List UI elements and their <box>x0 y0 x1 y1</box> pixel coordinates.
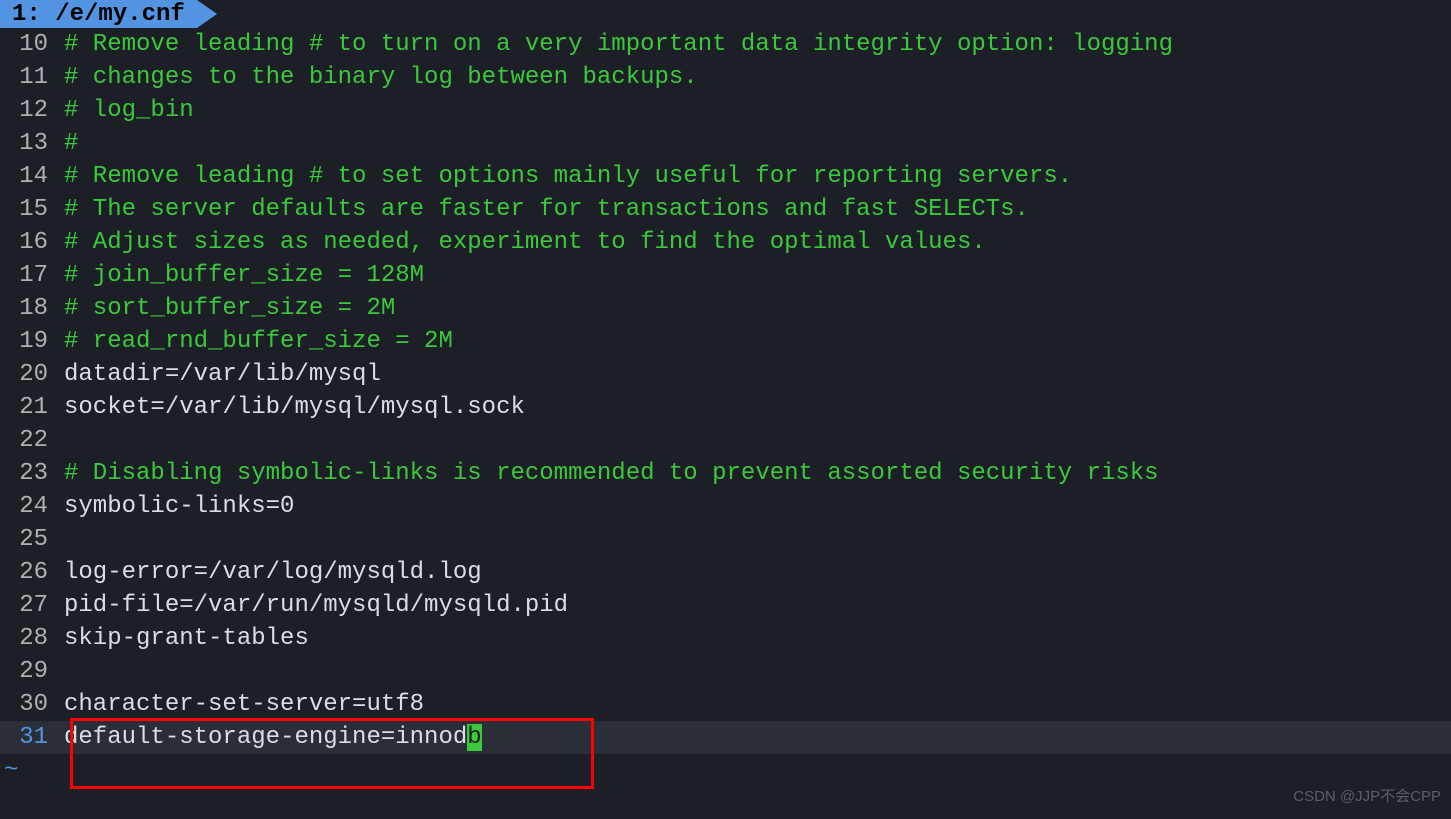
cursor: b <box>467 724 481 751</box>
tab-label: 1: /e/my.cnf <box>12 0 185 31</box>
code-line[interactable]: 16# Adjust sizes as needed, experiment t… <box>0 226 1451 259</box>
line-content: # Adjust sizes as needed, experiment to … <box>64 226 1451 259</box>
line-number: 23 <box>0 457 64 490</box>
line-number: 10 <box>0 28 64 61</box>
line-content: # read_rnd_buffer_size = 2M <box>64 325 1451 358</box>
line-content: # join_buffer_size = 128M <box>64 259 1451 292</box>
code-line[interactable]: 25 <box>0 523 1451 556</box>
code-line[interactable]: 21socket=/var/lib/mysql/mysql.sock <box>0 391 1451 424</box>
line-content: socket=/var/lib/mysql/mysql.sock <box>64 391 1451 424</box>
watermark-label: CSDN @JJP不会CPP <box>1293 780 1441 813</box>
code-line[interactable]: 14# Remove leading # to set options main… <box>0 160 1451 193</box>
code-line[interactable]: 22 <box>0 424 1451 457</box>
line-content: # log_bin <box>64 94 1451 127</box>
line-number: 31 <box>0 721 64 754</box>
line-number: 26 <box>0 556 64 589</box>
code-line[interactable]: 20datadir=/var/lib/mysql <box>0 358 1451 391</box>
line-number: 21 <box>0 391 64 424</box>
code-line[interactable]: 30character-set-server=utf8 <box>0 688 1451 721</box>
line-number: 15 <box>0 193 64 226</box>
line-number: 16 <box>0 226 64 259</box>
line-content: # Remove leading # to set options mainly… <box>64 160 1451 193</box>
line-number: 19 <box>0 325 64 358</box>
tab-bar: 1: /e/my.cnf <box>0 0 1451 28</box>
line-content: # <box>64 127 1451 160</box>
line-content: # Disabling symbolic-links is recommende… <box>64 457 1451 490</box>
code-line[interactable]: 10# Remove leading # to turn on a very i… <box>0 28 1451 61</box>
line-number: 18 <box>0 292 64 325</box>
file-tab[interactable]: 1: /e/my.cnf <box>0 0 197 28</box>
code-line[interactable]: 17# join_buffer_size = 128M <box>0 259 1451 292</box>
line-number: 22 <box>0 424 64 457</box>
code-line[interactable]: 11# changes to the binary log between ba… <box>0 61 1451 94</box>
line-content: log-error=/var/log/mysqld.log <box>64 556 1451 589</box>
code-line[interactable]: 31default-storage-engine=innodb <box>0 721 1451 754</box>
code-editor[interactable]: 10# Remove leading # to turn on a very i… <box>0 28 1451 754</box>
code-line[interactable]: 28skip-grant-tables <box>0 622 1451 655</box>
line-content: datadir=/var/lib/mysql <box>64 358 1451 391</box>
line-number: 30 <box>0 688 64 721</box>
line-number: 20 <box>0 358 64 391</box>
line-content: skip-grant-tables <box>64 622 1451 655</box>
code-line[interactable]: 19# read_rnd_buffer_size = 2M <box>0 325 1451 358</box>
line-content <box>64 424 1451 457</box>
line-number: 25 <box>0 523 64 556</box>
tilde-marker: ~ <box>0 754 1451 787</box>
line-content: character-set-server=utf8 <box>64 688 1451 721</box>
line-content: # changes to the binary log between back… <box>64 61 1451 94</box>
code-line[interactable]: 29 <box>0 655 1451 688</box>
line-number: 28 <box>0 622 64 655</box>
line-number: 24 <box>0 490 64 523</box>
line-number: 29 <box>0 655 64 688</box>
code-line[interactable]: 12# log_bin <box>0 94 1451 127</box>
line-number: 13 <box>0 127 64 160</box>
line-content: # Remove leading # to turn on a very imp… <box>64 28 1451 61</box>
line-content <box>64 523 1451 556</box>
line-content: # sort_buffer_size = 2M <box>64 292 1451 325</box>
code-line[interactable]: 15# The server defaults are faster for t… <box>0 193 1451 226</box>
line-number: 12 <box>0 94 64 127</box>
line-content <box>64 655 1451 688</box>
code-line[interactable]: 27pid-file=/var/run/mysqld/mysqld.pid <box>0 589 1451 622</box>
line-number: 11 <box>0 61 64 94</box>
code-line[interactable]: 23# Disabling symbolic-links is recommen… <box>0 457 1451 490</box>
line-content: # The server defaults are faster for tra… <box>64 193 1451 226</box>
line-number: 17 <box>0 259 64 292</box>
line-content: symbolic-links=0 <box>64 490 1451 523</box>
code-line[interactable]: 13# <box>0 127 1451 160</box>
code-line[interactable]: 24symbolic-links=0 <box>0 490 1451 523</box>
code-line[interactable]: 18# sort_buffer_size = 2M <box>0 292 1451 325</box>
line-content: default-storage-engine=innodb <box>64 721 1451 754</box>
line-content: pid-file=/var/run/mysqld/mysqld.pid <box>64 589 1451 622</box>
code-line[interactable]: 26log-error=/var/log/mysqld.log <box>0 556 1451 589</box>
line-number: 14 <box>0 160 64 193</box>
line-number: 27 <box>0 589 64 622</box>
